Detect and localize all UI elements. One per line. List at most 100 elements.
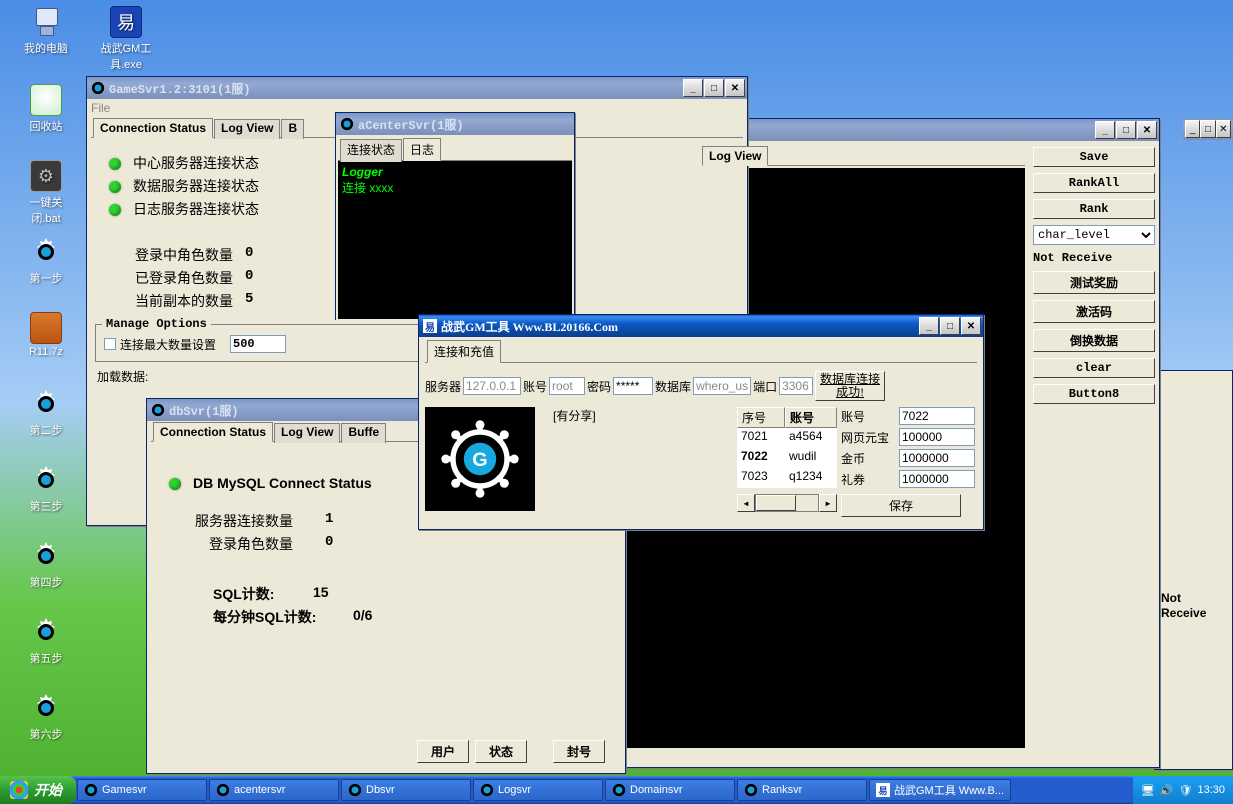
app-icon: [744, 783, 758, 797]
rankall-button[interactable]: RankAll: [1033, 173, 1155, 193]
task-logsvr[interactable]: Logsvr: [473, 779, 603, 801]
window-bg-fragment: Not Receive: [1154, 370, 1233, 770]
db-input[interactable]: [693, 377, 751, 395]
tab-log[interactable]: 日志: [403, 138, 441, 161]
desktop-icon-step2[interactable]: 第二步: [16, 388, 76, 438]
close-button[interactable]: ✕: [1137, 121, 1157, 139]
close-button[interactable]: ✕: [725, 79, 745, 97]
log-console[interactable]: Logger 连接 xxxx: [338, 161, 572, 319]
task-acentersvr[interactable]: acentersvr: [209, 779, 339, 801]
tray-icon[interactable]: 🔊: [1160, 784, 1174, 797]
tray-icon[interactable]: 🖥: [1141, 784, 1155, 797]
save-button[interactable]: 保存: [841, 494, 961, 517]
col-acc-header[interactable]: 账号: [785, 407, 837, 428]
close-button[interactable]: ✕: [1216, 120, 1231, 138]
menu-file[interactable]: File: [91, 101, 110, 115]
form-account-input[interactable]: [899, 407, 975, 425]
form-gold-input[interactable]: [899, 449, 975, 467]
desktop-icon-step6[interactable]: 第六步: [16, 692, 76, 742]
status-dot-icon: [109, 181, 121, 193]
list-cell[interactable]: 7023: [737, 468, 785, 488]
close-button[interactable]: ✕: [961, 317, 981, 335]
scroll-left-button[interactable]: ◂: [737, 494, 755, 512]
desktop-icon-gmtool-exe[interactable]: 易战武GM工具.exe: [96, 6, 156, 72]
rank-select[interactable]: char_level: [1033, 225, 1155, 245]
max-conn-input[interactable]: [230, 335, 286, 353]
titlebar[interactable]: aCenterSvr(1服): [336, 113, 574, 135]
maximize-button[interactable]: □: [940, 317, 960, 335]
status-button[interactable]: 状态: [475, 740, 527, 763]
tab-connection-status[interactable]: Connection Status: [93, 118, 213, 138]
desktop-icon-recycle[interactable]: 回收站: [16, 84, 76, 134]
ban-button[interactable]: 封号: [553, 740, 605, 763]
tab-b[interactable]: B: [281, 119, 304, 139]
tab-connect-charge[interactable]: 连接和充值: [427, 340, 501, 363]
port-input[interactable]: [779, 377, 813, 395]
start-button[interactable]: 开始: [0, 776, 76, 804]
app-icon: [340, 117, 354, 131]
window-title: GameSvr1.2:3101(1服): [109, 80, 683, 97]
form-webyuanbao-input[interactable]: [899, 428, 975, 446]
db-connect-button[interactable]: 数据库连接 成功!: [815, 371, 885, 401]
user-button[interactable]: 用户: [417, 740, 469, 763]
tab-log-view[interactable]: Log View: [214, 119, 280, 139]
pwd-input[interactable]: [613, 377, 653, 395]
tab-log-view[interactable]: Log View: [274, 423, 340, 443]
desktop-icon-step5[interactable]: 第五步: [16, 616, 76, 666]
tab-log-view[interactable]: Log View: [702, 146, 768, 166]
task-gamesvr[interactable]: Gamesvr: [77, 779, 207, 801]
titlebar[interactable]: 易 战武GM工具 Www.BL20166.Com _ □ ✕: [419, 315, 983, 337]
minimize-button[interactable]: _: [1095, 121, 1115, 139]
server-input[interactable]: [463, 377, 521, 395]
windows-logo-icon: [10, 781, 28, 799]
system-tray[interactable]: 🖥 🔊 🛡 13:30: [1133, 776, 1233, 804]
tab-connection-status[interactable]: Connection Status: [153, 422, 273, 442]
window-acentersvr: aCenterSvr(1服) 连接状态 日志 Logger 连接 xxxx: [335, 112, 575, 320]
save-button[interactable]: Save: [1033, 147, 1155, 167]
desktop-icon-step3[interactable]: 第三步: [16, 464, 76, 514]
minimize-button[interactable]: _: [919, 317, 939, 335]
icon-label: 我的电脑: [24, 43, 68, 55]
hscrollbar-thumb[interactable]: [756, 495, 796, 511]
logo-image: G: [425, 407, 535, 511]
task-domainsvr[interactable]: Domainsvr: [605, 779, 735, 801]
icon-label: 第一步: [30, 273, 63, 285]
account-input[interactable]: [549, 377, 585, 395]
list-cell-selected[interactable]: 7022: [737, 448, 785, 468]
list-cell[interactable]: q1234: [785, 468, 837, 488]
list-cell[interactable]: a4564: [785, 428, 837, 448]
tab-conn-status[interactable]: 连接状态: [340, 139, 402, 162]
maximize-button[interactable]: □: [704, 79, 724, 97]
swap-data-button[interactable]: 倒换数据: [1033, 329, 1155, 352]
titlebar[interactable]: GameSvr1.2:3101(1服) _ □ ✕: [87, 77, 747, 99]
col-id-header[interactable]: 序号: [737, 407, 785, 428]
list-cell[interactable]: 7021: [737, 428, 785, 448]
activate-code-button[interactable]: 激活码: [1033, 300, 1155, 323]
form-voucher-input[interactable]: [899, 470, 975, 488]
start-label: 开始: [34, 780, 62, 800]
desktop-icon-step1[interactable]: 第一步: [16, 236, 76, 286]
list-cell[interactable]: wudil: [785, 448, 837, 468]
icon-label: 一键关闭.bat: [30, 197, 63, 225]
task-dbsvr[interactable]: Dbsvr: [341, 779, 471, 801]
maximize-button[interactable]: □: [1200, 120, 1215, 138]
desktop-icon-close-bat[interactable]: 一键关闭.bat: [16, 160, 76, 226]
scroll-right-button[interactable]: ▸: [819, 494, 837, 512]
hscrollbar-track[interactable]: [755, 494, 819, 512]
task-gmtool[interactable]: 易战武GM工具 Www.B...: [869, 779, 1011, 801]
desktop-icon-archive[interactable]: R11.7z: [16, 312, 76, 358]
task-ranksvr[interactable]: Ranksvr: [737, 779, 867, 801]
rank-button[interactable]: Rank: [1033, 199, 1155, 219]
desktop-icon-step4[interactable]: 第四步: [16, 540, 76, 590]
clear-button[interactable]: clear: [1033, 358, 1155, 378]
tray-icon[interactable]: 🛡: [1179, 784, 1193, 797]
maximize-button[interactable]: □: [1116, 121, 1136, 139]
minimize-button[interactable]: _: [683, 79, 703, 97]
tab-buffer[interactable]: Buffe: [341, 423, 386, 443]
window-title: aCenterSvr(1服): [358, 116, 572, 133]
button8[interactable]: Button8: [1033, 384, 1155, 404]
desktop-icon-my-computer[interactable]: 我的电脑: [16, 6, 76, 56]
max-conn-checkbox[interactable]: [104, 338, 116, 350]
minimize-button[interactable]: _: [1185, 120, 1200, 138]
test-reward-button[interactable]: 测试奖励: [1033, 271, 1155, 294]
